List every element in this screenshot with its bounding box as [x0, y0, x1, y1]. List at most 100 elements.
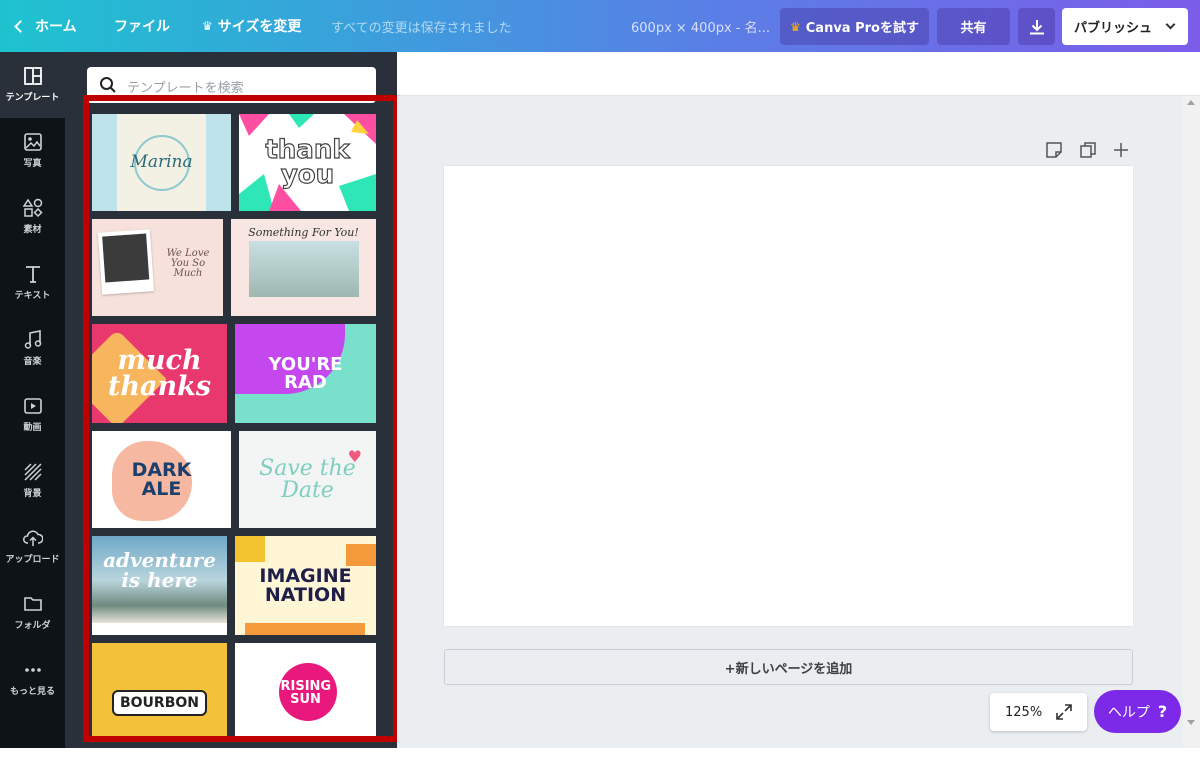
rail-item-music[interactable]: 音楽: [0, 316, 65, 382]
template-card-rising-sun[interactable]: RISING SUN: [235, 643, 376, 742]
scroll-up-arrow[interactable]: [1187, 100, 1195, 105]
template-text: Save the Date: [259, 455, 356, 503]
rail-label: もっと見る: [9, 687, 55, 697]
rail-label: アップロード: [5, 555, 60, 565]
add-icon[interactable]: [1112, 141, 1130, 159]
elements-icon: [22, 198, 43, 218]
publish-button[interactable]: パブリッシュ: [1062, 8, 1188, 45]
template-card-youre-rad[interactable]: YOU'RE RAD: [235, 324, 376, 423]
rail-item-templates[interactable]: テンプレート: [0, 52, 65, 118]
template-card-we-love-you[interactable]: We Love You So Much: [92, 219, 223, 316]
design-page[interactable]: [444, 166, 1133, 626]
template-text: We Love You So Much: [166, 248, 210, 279]
template-card-bourbon[interactable]: BOURBON: [92, 643, 227, 742]
text-icon: [25, 266, 40, 283]
zoom-control[interactable]: 125%: [990, 693, 1087, 731]
save-status: すべての変更は保存されました: [331, 20, 512, 36]
add-page-button[interactable]: +新しいページを追加: [444, 649, 1133, 685]
document-title[interactable]: 600px × 400px - 名...: [631, 0, 770, 52]
help-button[interactable]: ヘルプ ?: [1094, 690, 1181, 733]
download-icon: [1029, 19, 1044, 34]
template-text: RISING SUN: [280, 678, 332, 707]
rail-label: 素材: [23, 225, 42, 235]
rail-label: テキスト: [14, 291, 51, 301]
template-card-save-the-date[interactable]: Save the Date ♥: [239, 431, 376, 528]
rail-item-elements[interactable]: 素材: [0, 184, 65, 250]
duplicate-icon[interactable]: [1079, 141, 1097, 159]
publish-label: パブリッシュ: [1074, 21, 1153, 36]
heart-icon: ♥: [347, 447, 362, 466]
chevron-down-icon: [1165, 19, 1176, 30]
note-icon[interactable]: [1045, 141, 1063, 159]
folder-icon: [23, 597, 42, 611]
scroll-down-arrow[interactable]: [1187, 720, 1195, 725]
resize-label: サイズを変更: [217, 19, 302, 35]
crown-icon: ♛: [202, 19, 213, 33]
top-bar: ホーム ファイル ♛ サイズを変更 すべての変更は保存されました 600px ×…: [0, 0, 1200, 52]
side-rail: テンプレート 写真 素材 テキスト 音楽 動画 背景 アップロード フォルダ も…: [0, 52, 65, 757]
rail-label: 動画: [23, 423, 42, 433]
template-search[interactable]: テンプレートを検索: [87, 67, 376, 103]
help-label: ヘルプ: [1107, 704, 1150, 721]
paint-stroke: [235, 536, 265, 562]
template-card-thank-you[interactable]: thank you: [239, 114, 376, 211]
photo-frame: [97, 229, 155, 295]
template-card-dark-ale[interactable]: DARK ALE: [92, 431, 231, 528]
paint-stroke: [346, 544, 376, 566]
template-text: Marina: [130, 134, 193, 191]
search-icon: [100, 77, 116, 93]
search-input[interactable]: テンプレートを検索: [127, 77, 244, 96]
crown-icon: ♛: [790, 19, 801, 34]
more-icon: [24, 668, 41, 672]
background-icon: [23, 463, 42, 481]
try-pro-button[interactable]: ♛ Canva Proを試す: [780, 8, 929, 45]
vertical-scrollbar[interactable]: [1183, 96, 1200, 748]
try-pro-label: Canva Proを試す: [805, 21, 919, 36]
template-text: Something For You!: [248, 226, 359, 239]
home-button[interactable]: ホーム: [14, 0, 77, 52]
template-text: much thanks: [107, 344, 212, 402]
download-button[interactable]: [1018, 8, 1055, 45]
rail-item-folder[interactable]: フォルダ: [0, 580, 65, 646]
resize-button[interactable]: ♛ サイズを変更: [202, 0, 301, 52]
home-label: ホーム: [35, 19, 77, 35]
template-text: IMAGINE NATION: [259, 564, 352, 606]
rail-item-upload[interactable]: アップロード: [0, 514, 65, 580]
building-photo: [249, 241, 359, 297]
template-text: BOURBON: [111, 689, 207, 716]
rail-label: 音楽: [23, 357, 42, 367]
rail-label: 背景: [23, 489, 42, 499]
template-text: thank you: [265, 134, 350, 190]
rail-item-background[interactable]: 背景: [0, 448, 65, 514]
paint-stroke: [245, 623, 365, 635]
file-menu[interactable]: ファイル: [114, 0, 170, 52]
template-card-something-for-you[interactable]: Something For You!: [231, 219, 376, 316]
rail-label: テンプレート: [5, 93, 60, 103]
photo-icon: [23, 133, 42, 151]
rail-item-video[interactable]: 動画: [0, 382, 65, 448]
template-card-marina[interactable]: Marina: [92, 114, 231, 211]
rail-item-more[interactable]: もっと見る: [0, 646, 65, 712]
horizontal-scrollbar[interactable]: [397, 736, 1183, 748]
question-icon: ?: [1157, 702, 1168, 721]
zoom-level: 125%: [1005, 704, 1043, 720]
template-card-imagine-nation[interactable]: IMAGINE NATION: [235, 536, 376, 635]
music-icon: [24, 330, 41, 349]
template-text: adventure is here: [103, 547, 216, 592]
rail-item-text[interactable]: テキスト: [0, 250, 65, 316]
template-panel: テンプレートを検索 Marina thank you We Love You S…: [65, 52, 397, 757]
video-icon: [23, 398, 42, 414]
rail-item-photos[interactable]: 写真: [0, 118, 65, 184]
chevron-left-icon: [14, 19, 27, 33]
template-text: YOU'RE RAD: [268, 353, 343, 393]
template-text: DARK ALE: [131, 458, 192, 500]
template-icon: [23, 67, 42, 85]
template-card-adventure[interactable]: adventure is here: [92, 536, 227, 635]
rail-label: 写真: [23, 159, 42, 169]
expand-icon[interactable]: [1055, 703, 1073, 721]
template-grid: Marina thank you We Love You So Much Som…: [92, 114, 376, 757]
template-card-much-thanks[interactable]: much thanks: [92, 324, 227, 423]
upload-icon: [22, 530, 43, 546]
canvas-toolbar: [397, 52, 1200, 96]
share-button[interactable]: 共有: [937, 8, 1010, 45]
